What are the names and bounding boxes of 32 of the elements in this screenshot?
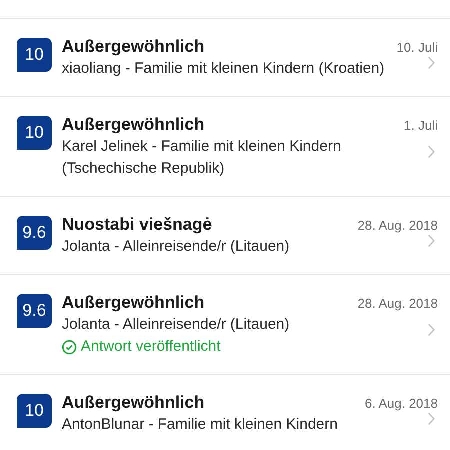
score-badge: 10 [17,116,52,150]
chevron-icon [427,144,436,158]
chevron-icon [427,322,436,336]
reviewer-info: AntonBlunar - Familie mit kleinen Kindern [62,415,339,435]
review-date: 10. Juli [396,40,438,55]
review-title: Außergewöhnlich [62,36,205,58]
review-title: Außergewöhnlich [62,392,205,414]
check-circle-icon [62,340,77,354]
review-item[interactable]: 10 Außergewöhnlich 10. Juli xiaoliang - Familie mit kleinen Kindern (Kroatien) [0,19,450,97]
review-item[interactable]: 9.6 Außergewöhnlich 28. Aug. 2018 Jolanta - Alleinreisende/r (Litauen) Antwort veröffentlicht [0,275,450,375]
chevron-icon [427,412,436,426]
review-date: 28. Aug. 2018 [358,296,438,311]
review-date: 28. Aug. 2018 [358,218,438,233]
review-item[interactable]: 9.6 Nuostabi viešnagė 28. Aug. 2018 Jolanta - Alleinreisende/r (Litauen) [0,197,450,275]
chevron-icon [427,56,436,70]
score-badge: 9.6 [17,216,52,250]
review-date: 1. Juli [404,118,438,133]
reviewer-info: xiaoliang - Familie mit kleinen Kindern (Kroatien) [62,59,386,79]
chevron-icon [427,234,436,248]
reply-status: Antwort veröffentlicht [81,337,221,357]
reviewer-info: Jolanta - Alleinreisende/r (Litauen) [62,237,291,257]
score-badge: 10 [17,394,52,428]
reviewer-info: Karel Jelinek - Familie mit kleinen Kindern (Tschechische Republik) [62,137,342,179]
review-title: Außergewöhnlich [62,114,205,136]
review-item[interactable]: 10 Außergewöhnlich 1. Juli Karel Jelinek - Familie mit kleinen Kindern (Tschechische Republik) [0,97,450,197]
review-title: Nuostabi viešnagė [62,214,212,236]
score-badge: 10 [17,38,52,72]
reviewer-info: Jolanta - Alleinreisende/r (Litauen) [62,315,291,335]
review-date: 6. Aug. 2018 [364,396,438,411]
score-badge: 9.6 [17,294,52,328]
review-title: Außergewöhnlich [62,292,205,314]
review-item[interactable]: 10 Außergewöhnlich 6. Aug. 2018 AntonBlunar - Familie mit kleinen Kindern [0,375,450,450]
